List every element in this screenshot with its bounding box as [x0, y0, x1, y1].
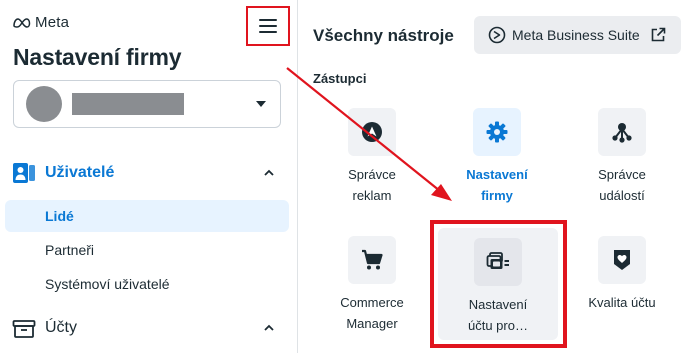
sidebar-item-people[interactable]: Lidé [5, 200, 289, 232]
caret-down-icon [256, 101, 266, 107]
tool-events-manager[interactable]: Správce událostí [566, 108, 678, 206]
meta-business-suite-button[interactable]: Meta Business Suite [474, 16, 681, 54]
tool-label: Kvalita účtu [588, 295, 656, 310]
meta-logo-icon [13, 17, 31, 28]
sidebar-item-label: Systémoví uživatelé [45, 276, 170, 292]
meta-logo-text: Meta [35, 14, 70, 31]
chevron-up-icon [264, 324, 274, 331]
gear-icon [473, 108, 521, 156]
meta-logo[interactable]: Meta [12, 14, 69, 31]
ads-manager-icon [348, 108, 396, 156]
events-manager-icon [598, 108, 646, 156]
sidebar-section-accounts[interactable]: Účty [12, 316, 274, 340]
annotation-highlight-box [430, 220, 567, 348]
hamburger-menu-button[interactable] [246, 6, 290, 46]
sidebar-item-label: Partneři [45, 242, 95, 258]
tool-commerce-manager[interactable]: Commerce Manager [316, 236, 428, 334]
hamburger-menu-icon [259, 19, 277, 33]
account-name-redacted [72, 93, 184, 115]
shortcuts-group-label: Zástupci [313, 71, 367, 86]
tool-label: Správce událostí [598, 167, 646, 203]
briefcase-icon [12, 316, 36, 340]
page-title: Nastavení firmy [13, 44, 182, 70]
all-tools-title: Všechny nástroje [313, 26, 454, 45]
tool-business-settings[interactable]: Nastavení firmy [441, 108, 553, 206]
meta-business-suite-label: Meta Business Suite [512, 27, 640, 43]
avatar [26, 86, 62, 122]
business-account-selector[interactable] [13, 80, 281, 128]
users-icon [12, 161, 36, 185]
sidebar-divider [297, 0, 298, 353]
account-quality-icon [598, 236, 646, 284]
sidebar-item-partners[interactable]: Partneři [5, 234, 289, 266]
sidebar: Meta Nastavení firmy Uživatelé Lidé Part… [0, 0, 297, 353]
tool-label: Commerce Manager [340, 295, 404, 331]
tool-label: Správce reklam [348, 167, 396, 203]
sidebar-item-label: Lidé [45, 208, 74, 224]
tool-account-quality[interactable]: Kvalita účtu [566, 236, 678, 313]
tool-label: Nastavení firmy [466, 167, 528, 203]
sidebar-section-users[interactable]: Uživatelé [12, 161, 274, 185]
meta-business-suite-icon [488, 26, 506, 44]
shopping-cart-icon [348, 236, 396, 284]
chevron-up-icon [264, 169, 274, 176]
tool-ads-manager[interactable]: Správce reklam [316, 108, 428, 206]
sidebar-section-accounts-label: Účty [45, 319, 77, 336]
sidebar-section-users-label: Uživatelé [45, 164, 115, 181]
external-link-icon [651, 27, 666, 42]
sidebar-item-system-users[interactable]: Systémoví uživatelé [5, 268, 289, 300]
